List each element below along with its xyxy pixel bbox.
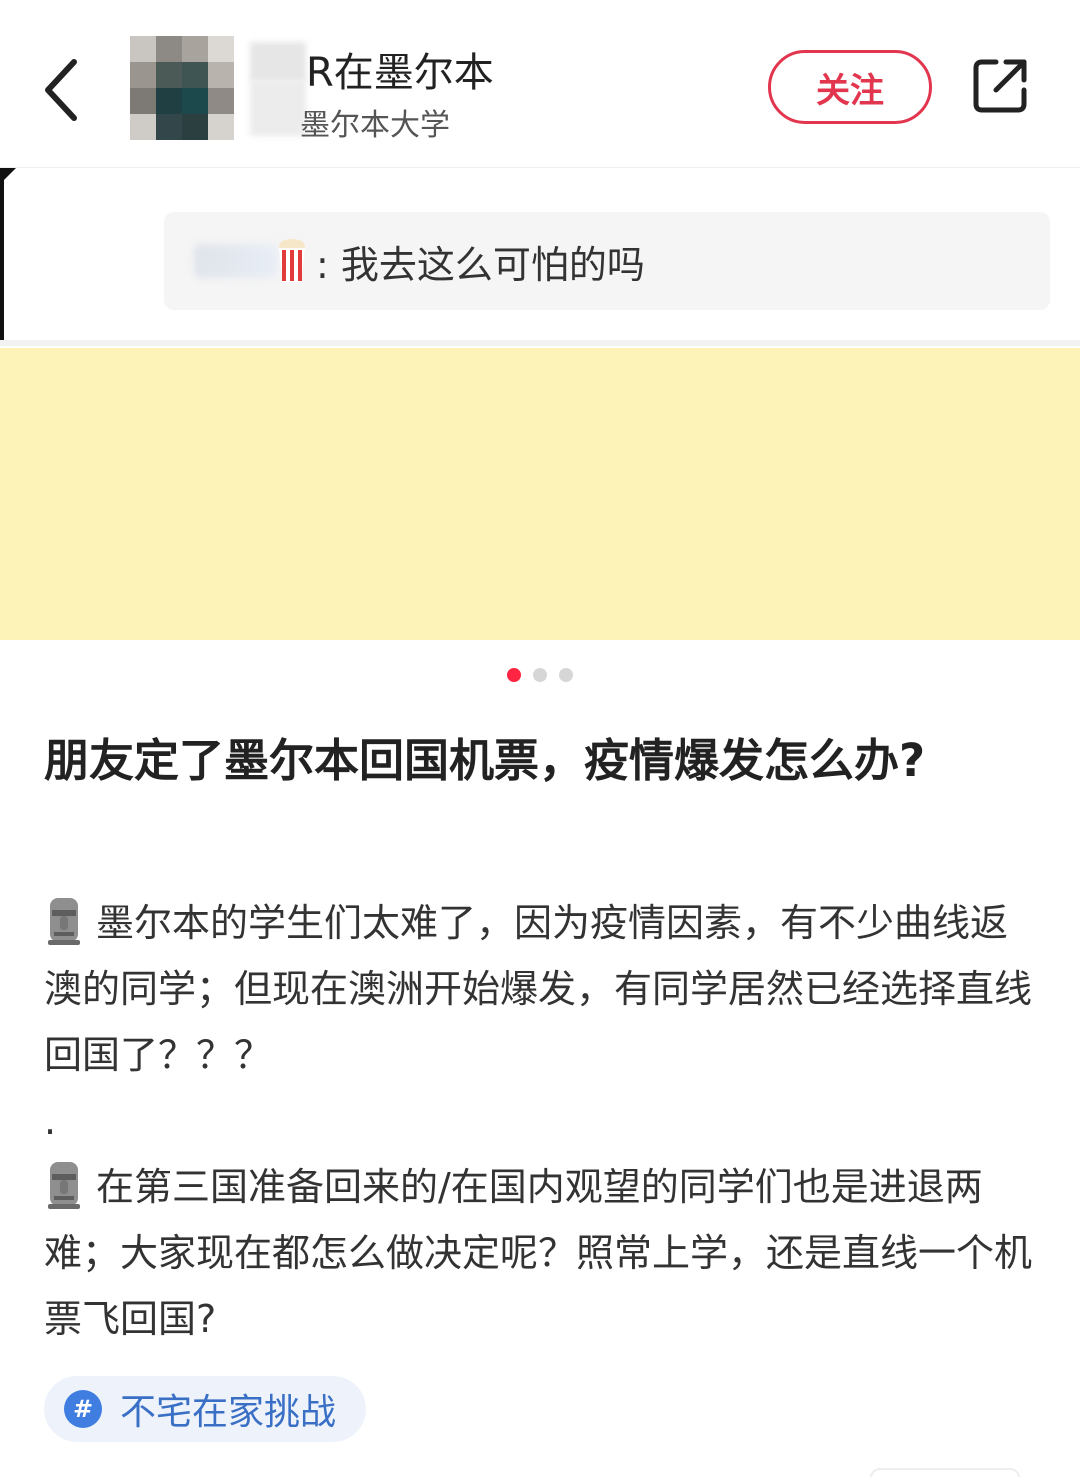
post-body: 墨尔本的学生们太难了，因为疫情因素，有不少曲线返澳的同学；但现在澳洲开始爆发，有… [44,890,1044,1352]
bottom-bar-edge [870,1468,1020,1477]
paragraph-text: 墨尔本的学生们太难了，因为疫情因素，有不少曲线返澳的同学；但现在澳洲开始爆发，有… [44,901,1033,1077]
topic-tag[interactable]: # 不宅在家挑战 [44,1376,367,1442]
user-school: 墨尔本大学 [300,108,450,143]
quoted-comment: : 我去这么可怕的吗 [164,212,1050,310]
separator: . [44,1099,57,1143]
share-button[interactable] [970,56,1030,116]
comment-text: : 我去这么可怕的吗 [316,243,645,287]
screenshot-corner [4,168,16,180]
user-name[interactable]: R在墨尔本 [306,40,494,98]
highlight-block [0,348,1080,640]
post-header: R在墨尔本 墨尔本大学 关注 [0,0,1080,168]
share-icon [973,59,1027,113]
paragraph-text: 在第三国准备回来的/在国内观望的同学们也是进退两难；大家现在都怎么做决定呢？照常… [44,1165,1033,1341]
follow-button[interactable]: 关注 [768,50,932,124]
post-title: 朋友定了墨尔本回国机票，疫情爆发怎么办? [44,734,926,787]
topic-tag-label: 不宅在家挑战 [120,1392,337,1433]
chevron-left-icon [45,59,77,121]
carousel-pager [0,668,1080,684]
pager-dot[interactable] [533,668,547,682]
pager-dot[interactable] [559,668,573,682]
moai-icon [48,898,80,945]
popcorn-icon [279,239,305,282]
image-carousel[interactable]: : 我去这么可怕的吗 [0,168,1080,640]
commenter-name-mosaic [194,244,278,278]
back-button[interactable] [30,48,94,132]
name-mosaic [250,42,306,82]
screenshot-edge [0,168,4,346]
paragraph: 墨尔本的学生们太难了，因为疫情因素，有不少曲线返澳的同学；但现在澳洲开始爆发，有… [44,890,1044,1088]
pager-dot-active[interactable] [507,668,521,682]
name-mosaic [250,80,306,136]
divider [0,340,1080,346]
hashtag-icon: # [64,1390,102,1428]
paragraph: 在第三国准备回来的/在国内观望的同学们也是进退两难；大家现在都怎么做决定呢？照常… [44,1154,1044,1352]
moai-icon [48,1162,80,1209]
avatar[interactable] [130,36,234,140]
